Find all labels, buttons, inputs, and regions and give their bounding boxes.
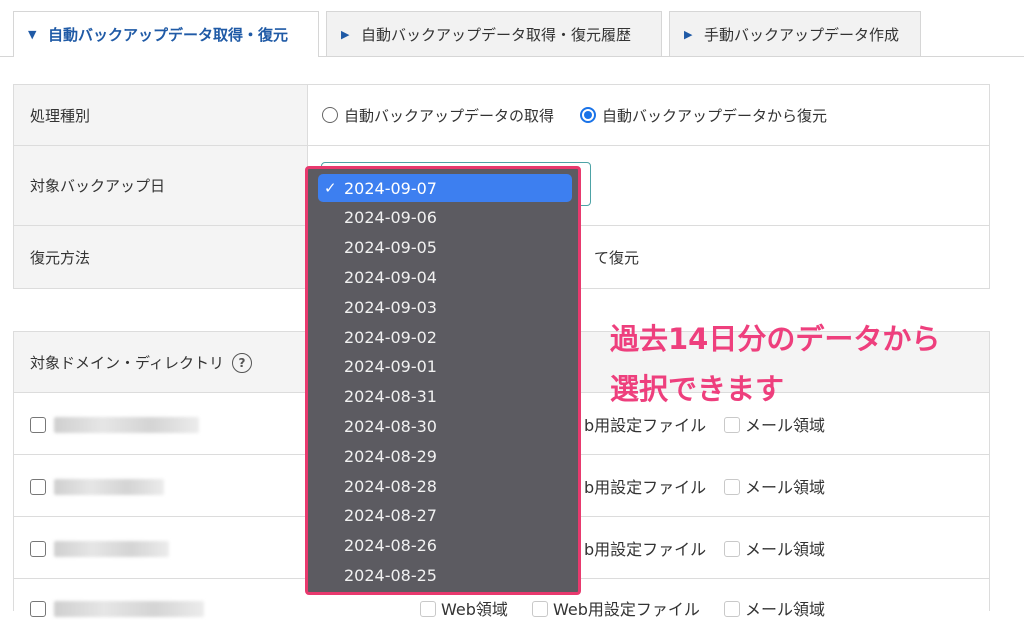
dropdown-option[interactable]: 2024-08-27 (318, 502, 572, 530)
chevron-right-icon: ▶ (341, 27, 350, 41)
redacted-domain (54, 541, 169, 557)
mail-option[interactable]: メール領域 (745, 536, 825, 560)
tab-auto-backup-history[interactable]: ▶ 自動バックアップデータ取得・復元履歴 (326, 11, 662, 56)
dropdown-option-label: 2024-09-01 (344, 357, 437, 377)
process-type-options: 自動バックアップデータの取得 自動バックアップデータから復元 (308, 85, 989, 145)
web-settings-checkbox[interactable] (532, 601, 548, 617)
process-type-label: 処理種別 (14, 85, 308, 145)
tab-bar: ▼ 自動バックアップデータ取得・復元 ▶ 自動バックアップデータ取得・復元履歴 … (0, 0, 1024, 57)
dropdown-option[interactable]: 2024-09-02 (318, 323, 572, 351)
web-settings-option[interactable]: b用設定ファイル (584, 474, 706, 498)
tab-label: 自動バックアップデータ取得・復元履歴 (361, 25, 632, 44)
web-option[interactable]: Web領域 (441, 596, 508, 620)
mail-checkbox[interactable] (724, 541, 740, 557)
radio-restore-label[interactable]: 自動バックアップデータから復元 (602, 105, 827, 126)
checkmark-icon: ✓ (324, 179, 337, 197)
dropdown-option-label: 2024-08-26 (344, 536, 437, 556)
mail-option[interactable]: メール領域 (745, 412, 825, 436)
dropdown-option-label: 2024-08-25 (344, 565, 437, 585)
dropdown-option[interactable]: 2024-09-05 (318, 234, 572, 262)
radio-restore[interactable] (580, 107, 597, 123)
dropdown-option-label: 2024-08-31 (344, 387, 437, 407)
radio-backup-get-label[interactable]: 自動バックアップデータの取得 (344, 105, 554, 126)
dropdown-option-label: 2024-09-02 (344, 327, 437, 347)
chevron-right-icon: ▶ (684, 27, 693, 41)
backup-date-dropdown: ✓ 2024-09-07 2024-09-06 2024-09-05 2024-09-0… (305, 166, 581, 595)
redacted-domain (54, 479, 164, 495)
web-settings-option[interactable]: b用設定ファイル (584, 412, 706, 436)
dropdown-option[interactable]: 2024-09-03 (318, 293, 572, 321)
domain-checkbox[interactable] (30, 479, 46, 495)
redacted-domain (54, 601, 204, 617)
mail-checkbox[interactable] (724, 417, 740, 433)
domain-header-cell: 対象ドメイン・ディレクトリ ? (30, 352, 252, 373)
dropdown-option[interactable]: 2024-08-30 (318, 412, 572, 440)
dropdown-option[interactable]: 2024-08-29 (318, 442, 572, 470)
dropdown-option-label: 2024-09-03 (344, 297, 437, 317)
restore-method-label: 復元方法 (14, 226, 308, 288)
backup-date-label: 対象バックアップ日 (14, 146, 308, 225)
redacted-domain (54, 417, 199, 433)
tab-auto-backup-restore[interactable]: ▼ 自動バックアップデータ取得・復元 (13, 11, 319, 57)
chevron-down-icon: ▼ (28, 28, 37, 41)
dropdown-option-label: 2024-08-30 (344, 416, 437, 436)
dropdown-option-label: 2024-09-05 (344, 238, 437, 258)
tab-label: 手動バックアップデータ作成 (704, 25, 900, 44)
web-checkbox[interactable] (420, 601, 436, 617)
mail-option[interactable]: メール領域 (745, 474, 825, 498)
dropdown-option-label: 2024-09-04 (344, 267, 437, 287)
dropdown-option[interactable]: 2024-08-28 (318, 472, 572, 500)
dropdown-option-label: 2024-09-06 (344, 208, 437, 228)
process-type-row: 処理種別 自動バックアップデータの取得 自動バックアップデータから復元 (13, 84, 990, 146)
dropdown-option-label: 2024-09-07 (344, 178, 437, 198)
dropdown-option-label: 2024-08-27 (344, 506, 437, 526)
domain-checkbox[interactable] (30, 417, 46, 433)
dropdown-option[interactable]: 2024-08-31 (318, 383, 572, 411)
annotation-line-2: 選択できます (610, 372, 785, 406)
web-settings-option[interactable]: Web用設定ファイル (553, 596, 700, 620)
radio-backup-get[interactable] (322, 107, 338, 123)
dropdown-option-label: 2024-08-29 (344, 446, 437, 466)
domain-checkbox[interactable] (30, 541, 46, 557)
dropdown-option[interactable]: ✓ 2024-09-07 (318, 174, 572, 202)
tab-manual-backup[interactable]: ▶ 手動バックアップデータ作成 (669, 11, 921, 56)
dropdown-option-label: 2024-08-28 (344, 476, 437, 496)
mail-option[interactable]: メール領域 (745, 596, 825, 620)
mail-checkbox[interactable] (724, 479, 740, 495)
dropdown-option[interactable]: 2024-09-06 (318, 204, 572, 232)
dropdown-option[interactable]: 2024-08-25 (318, 561, 572, 589)
domain-checkbox[interactable] (30, 601, 46, 617)
tab-label: 自動バックアップデータ取得・復元 (48, 26, 289, 44)
help-icon[interactable]: ? (231, 352, 252, 373)
web-settings-option[interactable]: b用設定ファイル (584, 536, 706, 560)
dropdown-option[interactable]: 2024-09-01 (318, 353, 572, 381)
annotation-line-1: 過去14日分のデータから (610, 322, 941, 356)
domain-header-label: 対象ドメイン・ディレクトリ (30, 354, 224, 372)
dropdown-option[interactable]: 2024-08-26 (318, 532, 572, 560)
mail-checkbox[interactable] (724, 601, 740, 617)
dropdown-option[interactable]: 2024-09-04 (318, 263, 572, 291)
